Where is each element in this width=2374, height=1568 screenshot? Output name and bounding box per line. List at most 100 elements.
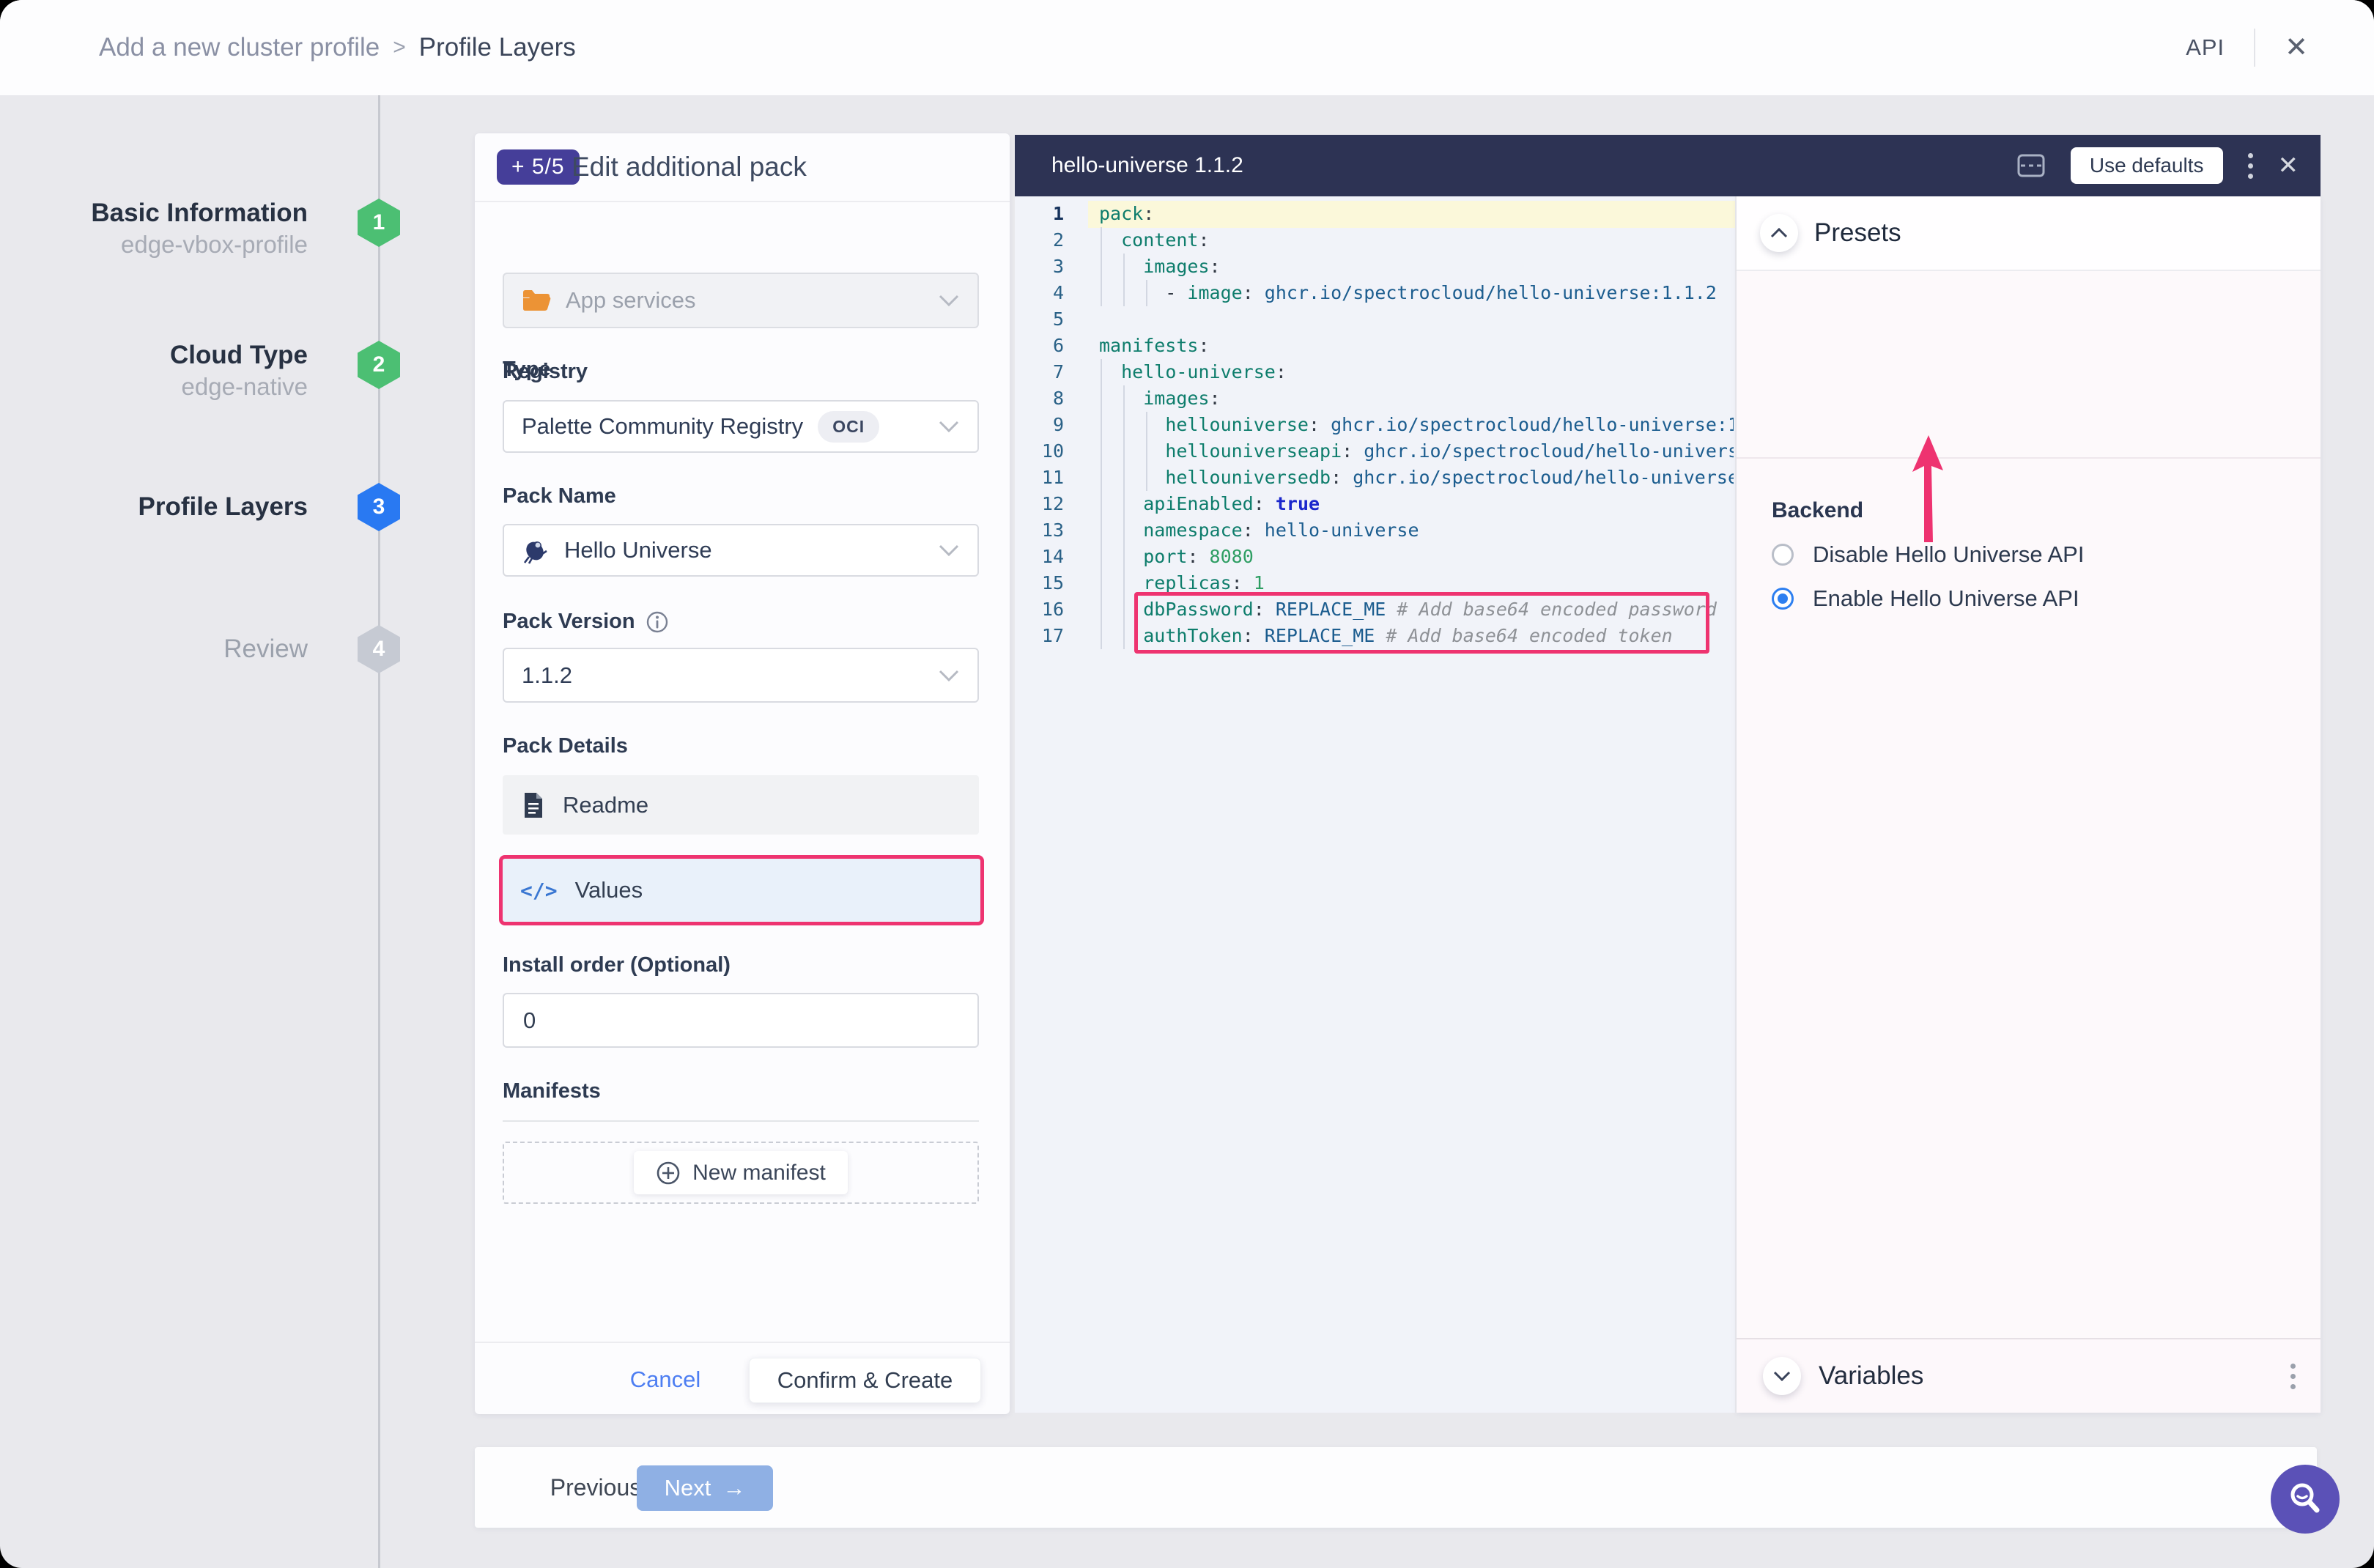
indent-guide — [1123, 254, 1125, 306]
type-value: App services — [566, 287, 695, 314]
radio-icon[interactable] — [1772, 544, 1794, 566]
info-icon[interactable] — [646, 610, 669, 634]
editor-kebab-menu-icon[interactable] — [2248, 153, 2253, 179]
breadcrumb-current: Profile Layers — [419, 33, 576, 62]
use-defaults-button[interactable]: Use defaults — [2071, 147, 2223, 184]
secrets-annotation-box — [1134, 592, 1709, 654]
chevron-up-icon — [1770, 227, 1789, 239]
manifests-dropzone: New manifest — [503, 1142, 979, 1204]
wizard-footer: Previous Next → — [475, 1447, 2317, 1528]
step-subtitle: edge-native — [44, 371, 308, 403]
pack-name-label: Pack Name — [503, 484, 616, 509]
step-subtitle: edge-vbox-profile — [44, 229, 308, 261]
editor-header: hello-universe 1.1.2 Use defaults ✕ — [1015, 135, 2321, 196]
pack-name-select[interactable]: Hello Universe — [503, 524, 979, 577]
folder-icon — [522, 289, 551, 312]
code-icon: </> — [520, 879, 558, 903]
cancel-button[interactable]: Cancel — [607, 1343, 724, 1416]
variables-title: Variables — [1819, 1361, 1923, 1391]
values-annotation-box: </> Values — [499, 855, 984, 925]
edit-pack-title: Edit additional pack — [572, 133, 807, 201]
pack-version-select[interactable]: 1.1.2 — [503, 648, 979, 703]
code-lines: pack: content: images: - image: ghcr.io/… — [1099, 201, 1734, 649]
indent-guide — [1146, 412, 1147, 491]
registry-value: Palette Community Registry — [522, 413, 803, 440]
next-button[interactable]: Next → — [637, 1465, 773, 1511]
presets-divider — [1737, 457, 2321, 459]
preset-option-enable-api[interactable]: Enable Hello Universe API — [1772, 585, 2079, 612]
indent-guide — [1101, 359, 1102, 649]
edit-pack-title-row: + 5/5 Edit additional pack — [475, 133, 1010, 202]
values-label: Values — [575, 877, 643, 903]
indent-guide — [1146, 280, 1147, 306]
presets-title: Presets — [1814, 218, 1901, 248]
step-cloud-type[interactable]: Cloud Type edge-native — [44, 340, 308, 403]
stepper-line — [378, 95, 380, 1568]
step-number-hexagon: 2 — [358, 341, 400, 389]
indent-guide — [1101, 227, 1102, 306]
readme-tab[interactable]: Readme — [503, 775, 979, 835]
variables-section: Variables — [1737, 1338, 2321, 1413]
pack-details-label: Pack Details — [503, 734, 628, 758]
editor-title: hello-universe 1.1.2 — [1051, 153, 1243, 178]
magnifier-icon — [2286, 1480, 2324, 1518]
step-basic-information[interactable]: Basic Information edge-vbox-profile — [44, 198, 308, 261]
step-title: Cloud Type — [44, 340, 308, 371]
breadcrumb-parent-link[interactable]: Add a new cluster profile — [99, 33, 380, 62]
yaml-editor[interactable]: 1234567891011121314151617 pack: content:… — [1015, 196, 1735, 1413]
presets-header: Presets — [1737, 196, 2321, 271]
install-order-label: Install order (Optional) — [503, 953, 731, 977]
registry-select[interactable]: Palette Community Registry OCI — [503, 400, 979, 453]
annotation-arrow — [1902, 434, 1953, 551]
header-divider — [2254, 29, 2255, 67]
variables-kebab-menu-icon[interactable] — [2290, 1364, 2296, 1389]
expand-variables-button[interactable] — [1763, 1357, 1801, 1395]
step-number-hexagon: 4 — [358, 625, 400, 673]
collapse-presets-button[interactable] — [1760, 214, 1798, 252]
edit-pack-panel: + 5/5 Edit additional pack Type App serv… — [475, 133, 1010, 1414]
arrow-right-icon: → — [722, 1475, 745, 1501]
api-link[interactable]: API — [2186, 34, 2225, 61]
chevron-down-icon — [938, 544, 960, 557]
code-gutter: 1234567891011121314151617 — [1015, 201, 1064, 649]
hello-universe-pack-icon — [522, 536, 550, 564]
presets-panel: Presets Backend Disable Hello Universe A… — [1737, 196, 2321, 1413]
modal-header: Add a new cluster profile > Profile Laye… — [0, 0, 2374, 95]
chevron-down-icon — [938, 669, 960, 682]
manifests-label: Manifests — [503, 1079, 601, 1103]
step-title: Profile Layers — [44, 492, 308, 522]
document-icon — [522, 791, 545, 819]
backend-group-label: Backend — [1772, 498, 1863, 523]
type-select[interactable]: App services — [503, 273, 979, 328]
help-search-fab[interactable] — [2271, 1465, 2340, 1534]
indent-guide — [1123, 385, 1125, 649]
chevron-down-icon — [1772, 1370, 1791, 1382]
readme-label: Readme — [563, 792, 648, 818]
values-tab[interactable]: </> Values — [503, 859, 980, 922]
pack-version-label: Pack Version — [503, 610, 669, 634]
chevron-down-icon — [938, 420, 960, 433]
new-manifest-button[interactable]: New manifest — [634, 1151, 848, 1194]
chevron-down-icon — [938, 294, 960, 307]
manifests-divider — [503, 1120, 979, 1122]
breadcrumb: Add a new cluster profile > Profile Laye… — [99, 0, 576, 95]
step-number-hexagon: 3 — [358, 483, 400, 531]
step-profile-layers[interactable]: Profile Layers — [44, 492, 308, 522]
install-order-input[interactable]: 0 — [503, 993, 979, 1048]
step-number-hexagon: 1 — [358, 199, 400, 247]
pack-name-value: Hello Universe — [564, 537, 712, 563]
editor-close-icon[interactable]: ✕ — [2278, 153, 2299, 178]
breadcrumb-separator: > — [393, 35, 406, 60]
registry-label: Registry — [503, 360, 588, 384]
pack-count-badge: + 5/5 — [497, 149, 580, 185]
radio-icon[interactable] — [1772, 588, 1794, 610]
step-title: Basic Information — [44, 198, 308, 229]
step-review[interactable]: Review — [44, 634, 308, 665]
split-view-icon[interactable] — [2016, 153, 2046, 178]
install-order-value: 0 — [523, 1007, 536, 1034]
oci-tag: OCI — [818, 411, 879, 443]
plus-circle-icon — [656, 1161, 681, 1186]
confirm-create-button[interactable]: Confirm & Create — [749, 1358, 981, 1403]
close-icon[interactable]: ✕ — [2285, 34, 2308, 62]
pack-version-value: 1.1.2 — [522, 662, 572, 689]
